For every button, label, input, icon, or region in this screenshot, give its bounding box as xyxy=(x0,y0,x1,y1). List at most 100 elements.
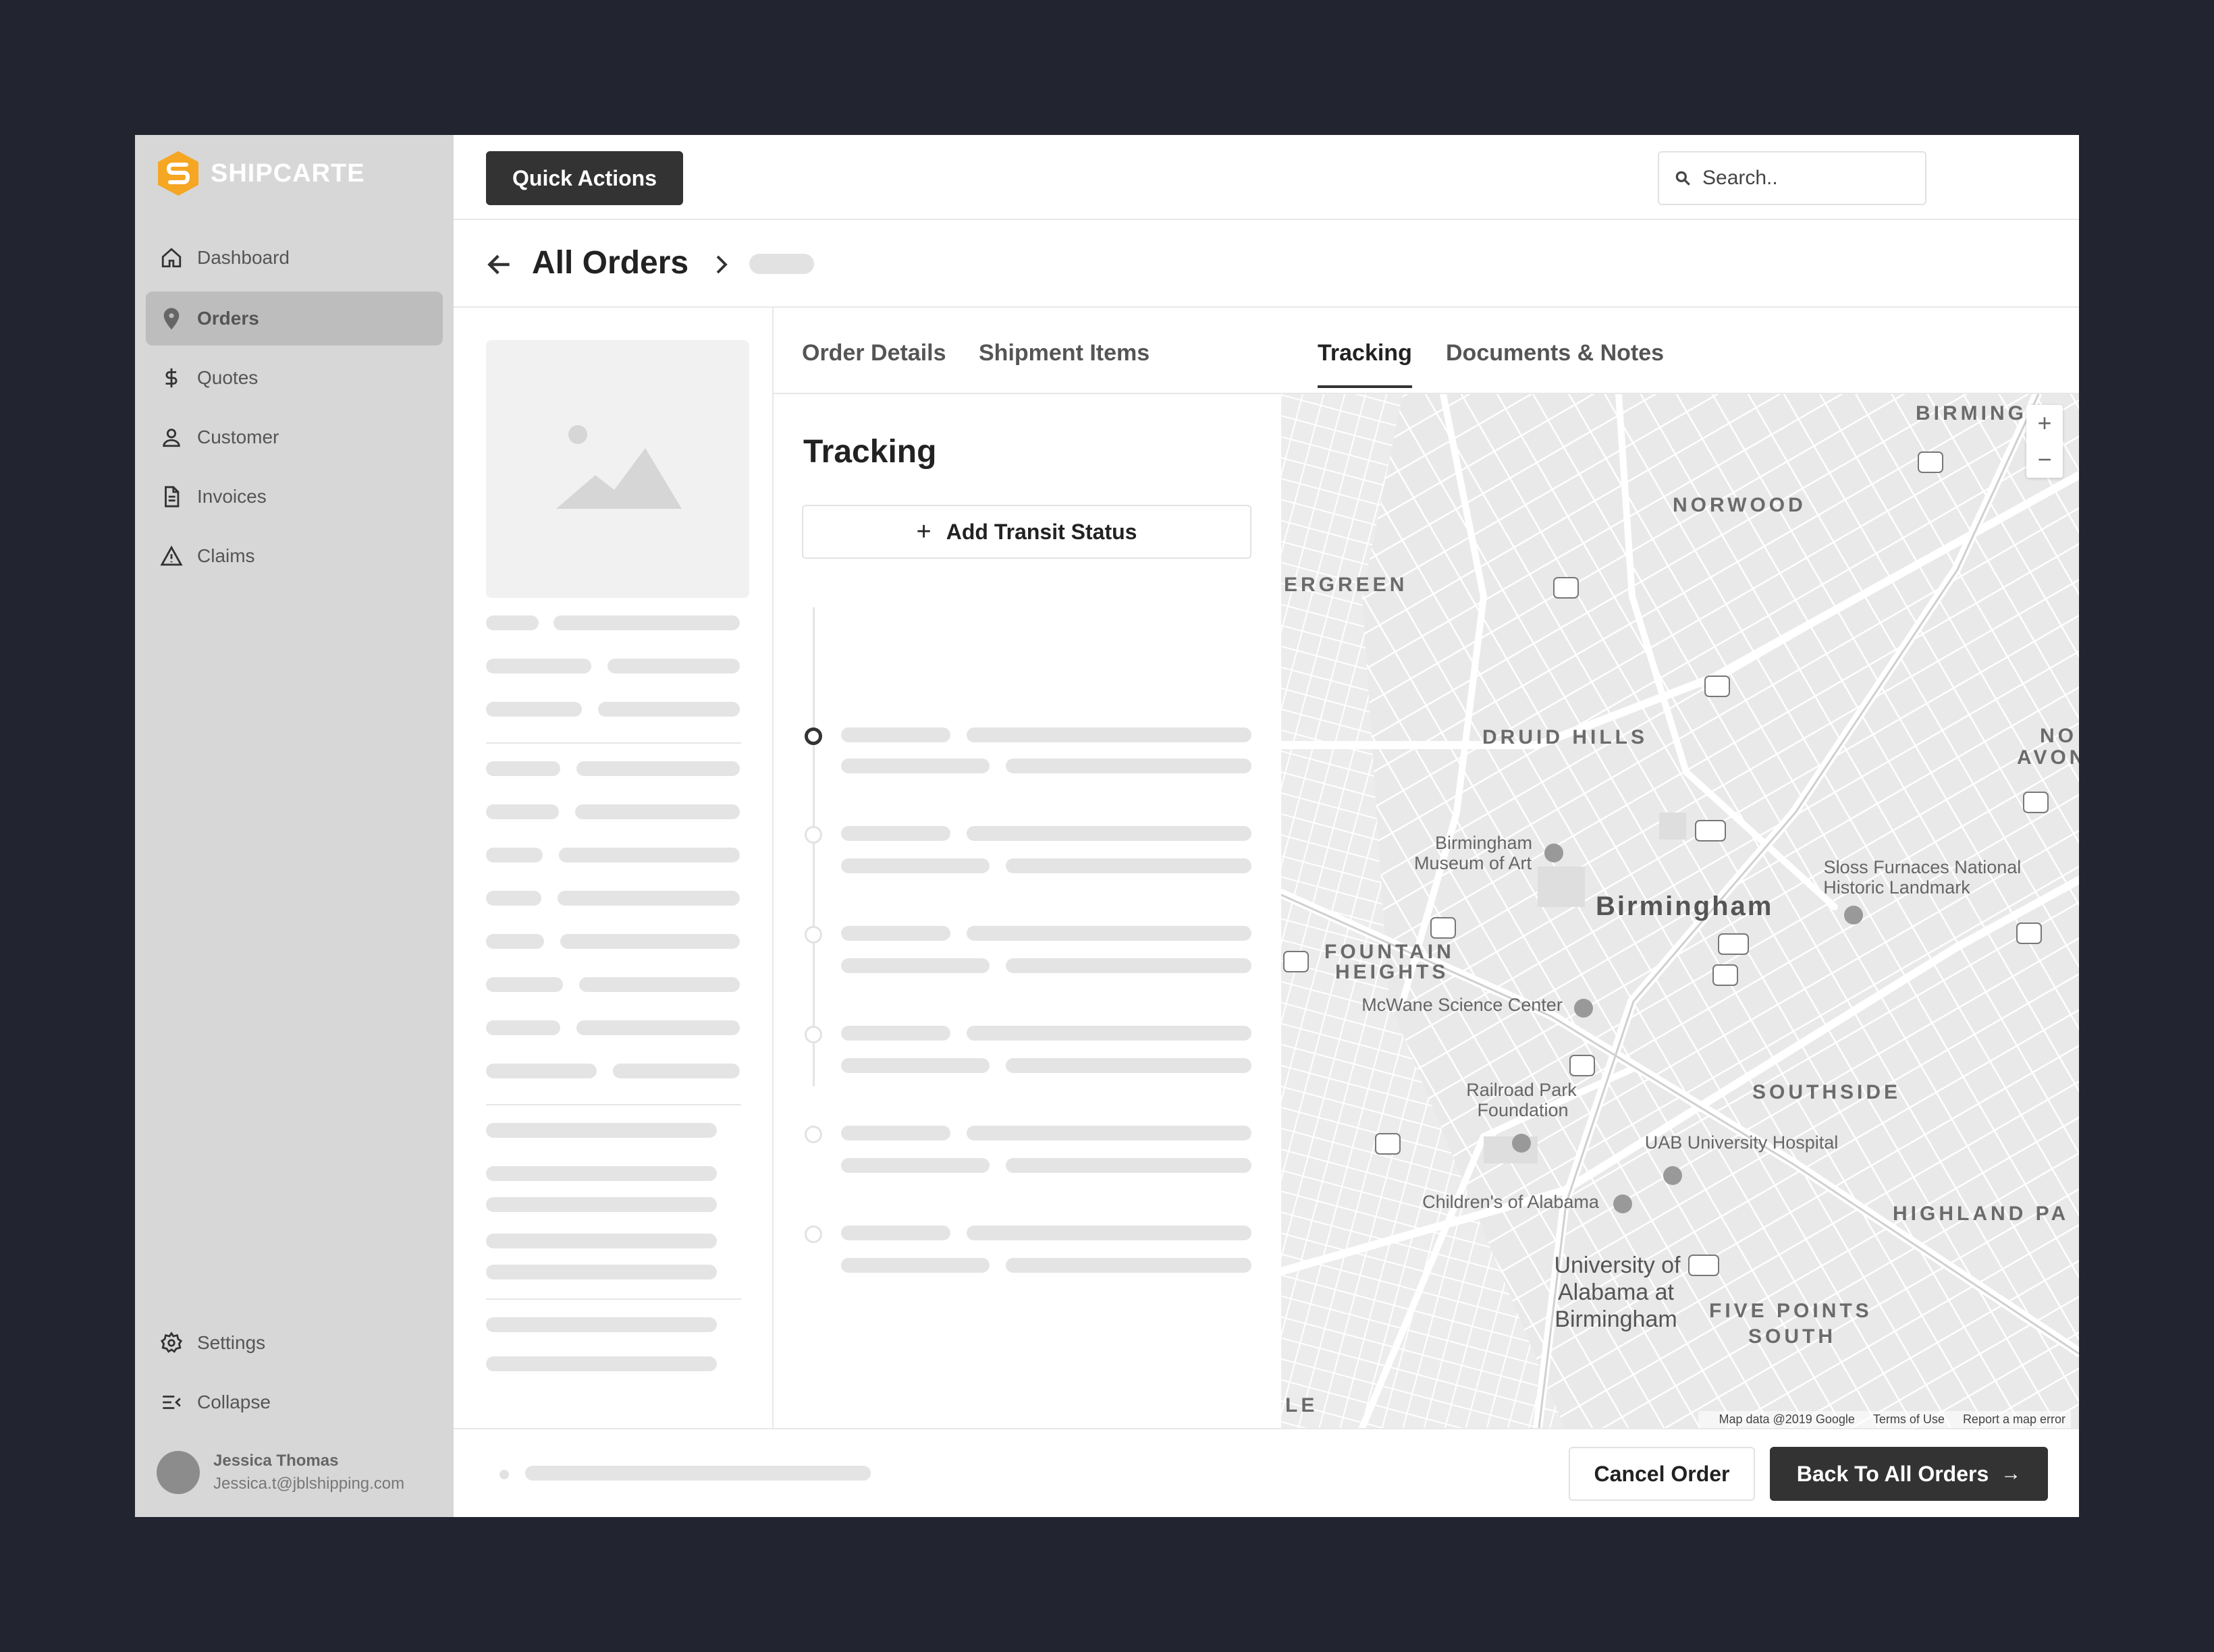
highway-shield-icon xyxy=(1430,917,1456,939)
sidebar-item-customer[interactable]: Customer xyxy=(146,410,443,464)
sidebar-item-settings[interactable]: Settings xyxy=(146,1316,443,1370)
divider xyxy=(486,1104,741,1105)
map-pin-icon[interactable] xyxy=(1613,1194,1632,1213)
skeleton-line xyxy=(486,977,563,992)
skeleton-line xyxy=(1006,858,1251,873)
divider xyxy=(486,1298,741,1300)
skeleton-line xyxy=(967,727,1251,742)
sidebar-item-orders[interactable]: Orders xyxy=(146,292,443,346)
sidebar-item-label: Claims xyxy=(197,545,255,566)
skeleton-line xyxy=(841,1158,990,1173)
map-poi-sloss-2: Historic Landmark xyxy=(1823,877,1970,898)
gear-icon xyxy=(158,1329,185,1356)
map-report-link[interactable]: Report a map error xyxy=(1963,1412,2066,1426)
map-pin-icon[interactable] xyxy=(1544,844,1563,862)
map-pin-icon xyxy=(158,305,185,332)
map-poi-childrens: Children's of Alabama xyxy=(1422,1192,1600,1212)
action-footer: Cancel Order Back To All Orders → xyxy=(454,1428,2079,1517)
zoom-in-button[interactable]: + xyxy=(2026,405,2063,441)
map-poi-railroad-2: Foundation xyxy=(1477,1100,1568,1120)
sidebar-item-quotes[interactable]: Quotes xyxy=(146,351,443,405)
back-to-all-orders-button[interactable]: Back To All Orders → xyxy=(1770,1447,2048,1501)
highway-shield-icon xyxy=(1712,964,1738,986)
map-label-druid-hills: DRUID HILLS xyxy=(1482,726,1648,748)
tab-shipment-items[interactable]: Shipment Items xyxy=(979,340,1150,385)
sidebar-item-collapse[interactable]: Collapse xyxy=(146,1375,443,1429)
breadcrumb-placeholder xyxy=(749,254,814,274)
sidebar-item-claims[interactable]: Claims xyxy=(146,529,443,583)
map-poi-museum: Birmingham xyxy=(1435,833,1532,853)
map-pin-icon[interactable] xyxy=(1663,1166,1682,1185)
highway-shield-icon xyxy=(1569,1055,1595,1076)
skeleton-line xyxy=(486,702,582,717)
zoom-out-button[interactable]: − xyxy=(2026,441,2063,478)
highway-shield-icon xyxy=(2016,923,2042,944)
skeleton-line xyxy=(841,1058,990,1073)
skeleton-line xyxy=(1006,958,1251,973)
highway-shield-icon xyxy=(1704,676,1730,697)
add-transit-status-button[interactable]: + Add Transit Status xyxy=(802,505,1251,559)
skeleton-line xyxy=(967,1026,1251,1041)
back-to-all-orders-label: Back To All Orders xyxy=(1796,1461,1989,1486)
map-pin-icon[interactable] xyxy=(1574,999,1593,1018)
user-name: Jessica Thomas xyxy=(213,1452,339,1470)
skeleton-line xyxy=(486,659,591,673)
highway-shield-icon xyxy=(1283,951,1309,972)
tracking-title: Tracking xyxy=(803,434,937,470)
back-arrow-icon[interactable] xyxy=(485,250,514,279)
highway-shield-icon xyxy=(1718,933,1749,955)
logo-text: SHIPCARTE xyxy=(211,159,365,188)
skeleton-line xyxy=(841,958,990,973)
sidebar-item-dashboard[interactable]: Dashboard xyxy=(146,231,443,285)
map-zoom-control: + − xyxy=(2026,405,2063,478)
cancel-order-button[interactable]: Cancel Order xyxy=(1569,1447,1755,1501)
highway-shield-icon xyxy=(1695,820,1726,842)
skeleton-line xyxy=(525,1466,871,1481)
tab-documents-notes[interactable]: Documents & Notes xyxy=(1446,340,1664,385)
map-poi-railroad: Railroad Park xyxy=(1466,1080,1577,1100)
highway-shield-icon xyxy=(1688,1255,1719,1276)
map-label-birming-top: BIRMING xyxy=(1916,402,2027,424)
quick-actions-button[interactable]: Quick Actions xyxy=(486,151,683,205)
map-canvas[interactable]: NORWOOD ERGREEN DRUID HILLS FOUNTAIN HEI… xyxy=(1281,394,2079,1428)
skeleton-line xyxy=(486,1234,717,1248)
dollar-icon xyxy=(158,364,185,391)
search-box[interactable] xyxy=(1658,151,1926,205)
map-pin-icon[interactable] xyxy=(1512,1134,1531,1153)
map-label-avon: AVON xyxy=(2017,746,2079,769)
skeleton-line xyxy=(560,934,740,949)
map-label-le: LE xyxy=(1285,1394,1318,1416)
sidebar-item-invoices[interactable]: Invoices xyxy=(146,470,443,524)
search-input[interactable] xyxy=(1702,167,1905,190)
skeleton-line xyxy=(576,761,740,776)
document-icon xyxy=(158,483,185,510)
skeleton-line xyxy=(841,1226,950,1240)
tab-order-details[interactable]: Order Details xyxy=(802,340,946,385)
skeleton-line xyxy=(559,848,740,862)
tracking-map[interactable]: NORWOOD ERGREEN DRUID HILLS FOUNTAIN HEI… xyxy=(1281,394,2079,1428)
skeleton-line xyxy=(486,1166,717,1181)
skeleton-line xyxy=(486,891,541,906)
skeleton-line xyxy=(613,1064,740,1078)
map-attribution: Map data @2019 Google Terms of Use Repor… xyxy=(1698,1411,2071,1428)
logo[interactable]: SHIPCARTE xyxy=(157,150,365,197)
avatar xyxy=(157,1451,200,1494)
highway-shield-icon xyxy=(2023,792,2049,813)
user-email: Jessica.t@jblshipping.com xyxy=(213,1475,405,1493)
skeleton-line xyxy=(486,761,560,776)
page-header: All Orders xyxy=(454,220,2079,308)
page-title[interactable]: All Orders xyxy=(532,244,688,281)
tab-tracking[interactable]: Tracking xyxy=(1318,340,1412,388)
sidebar-item-label: Invoices xyxy=(197,486,267,507)
warning-icon xyxy=(158,543,185,570)
skeleton-line xyxy=(486,934,544,949)
timeline-dot-current xyxy=(805,727,822,745)
skeleton-line xyxy=(486,1020,560,1035)
map-pin-icon[interactable] xyxy=(1844,906,1863,925)
map-terms-link[interactable]: Terms of Use xyxy=(1873,1412,1945,1426)
skeleton-line xyxy=(841,1258,990,1273)
user-profile[interactable]: Jessica Thomas Jessica.t@jblshipping.com xyxy=(157,1451,404,1494)
skeleton-line xyxy=(1006,1158,1251,1173)
skeleton-line xyxy=(575,804,740,819)
image-icon xyxy=(556,425,682,509)
